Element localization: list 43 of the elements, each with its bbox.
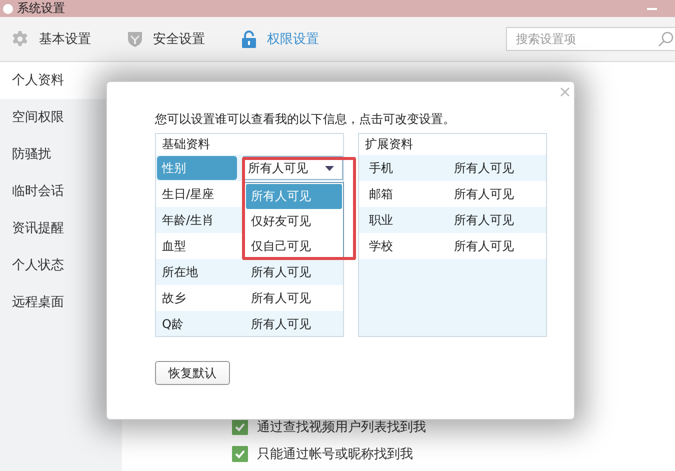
table-heading: 基础资料 (156, 134, 343, 155)
field-label[interactable]: 血型 (157, 234, 239, 258)
lock-icon (241, 30, 257, 48)
field-label[interactable]: 故乡 (157, 286, 239, 310)
window-title: 系统设置 (17, 2, 66, 15)
visibility-value[interactable]: 所有人可见 (454, 238, 514, 254)
field-label[interactable]: Q龄 (157, 312, 239, 336)
visibility-value[interactable]: 所有人可见 (454, 186, 514, 202)
search-input[interactable]: 搜索设置项 (514, 31, 658, 47)
field-label[interactable]: 学校 (360, 234, 442, 258)
app-icon (3, 4, 13, 14)
gear-icon (11, 30, 29, 48)
search-icon (658, 31, 674, 47)
visibility-value[interactable]: 所有人可见 (251, 264, 311, 280)
visibility-value[interactable]: 所有人可见 (251, 316, 311, 332)
dropdown-option[interactable]: 仅好友可见 (246, 209, 342, 234)
checkbox[interactable] (232, 419, 248, 435)
close-icon[interactable] (560, 87, 570, 97)
option-label: 只能通过帐号或昵称找到我 (257, 446, 413, 463)
intro-text: 您可以设置谁可以查看我的以下信息，点击可改变设置。 (155, 112, 455, 127)
minimize-icon[interactable] (647, 8, 657, 10)
field-label[interactable]: 职业 (360, 208, 442, 232)
field-label[interactable]: 生日/星座 (157, 182, 239, 206)
dropdown-option[interactable]: 仅自己可见 (246, 234, 342, 259)
search-field[interactable]: 搜索设置项 (506, 27, 675, 51)
field-label[interactable]: 年龄/生肖 (157, 208, 239, 232)
caret-icon (325, 166, 334, 170)
visibility-value[interactable]: 所有人可见 (251, 290, 311, 306)
checkbox[interactable] (232, 446, 248, 462)
visibility-value[interactable]: 所有人可见 (454, 212, 514, 228)
checkmark-icon (234, 421, 246, 433)
checkmark-icon (234, 448, 246, 460)
toolbar-tab[interactable]: 基本设置 (11, 30, 91, 48)
option-label: 通过查找视频用户列表找到我 (257, 419, 426, 436)
field-label[interactable]: 手机 (360, 156, 442, 180)
field-label[interactable]: 邮箱 (360, 182, 442, 206)
toolbar-tab[interactable]: 安全设置 (127, 30, 205, 48)
visibility-value[interactable]: 所有人可见 (454, 160, 514, 176)
field-label[interactable]: 所在地 (157, 260, 239, 284)
sidebar-item[interactable]: 个人资料 (0, 62, 122, 99)
shield-icon (127, 30, 143, 48)
reset-button[interactable]: 恢复默认 (155, 361, 230, 385)
table-heading: 扩展资料 (359, 134, 546, 155)
